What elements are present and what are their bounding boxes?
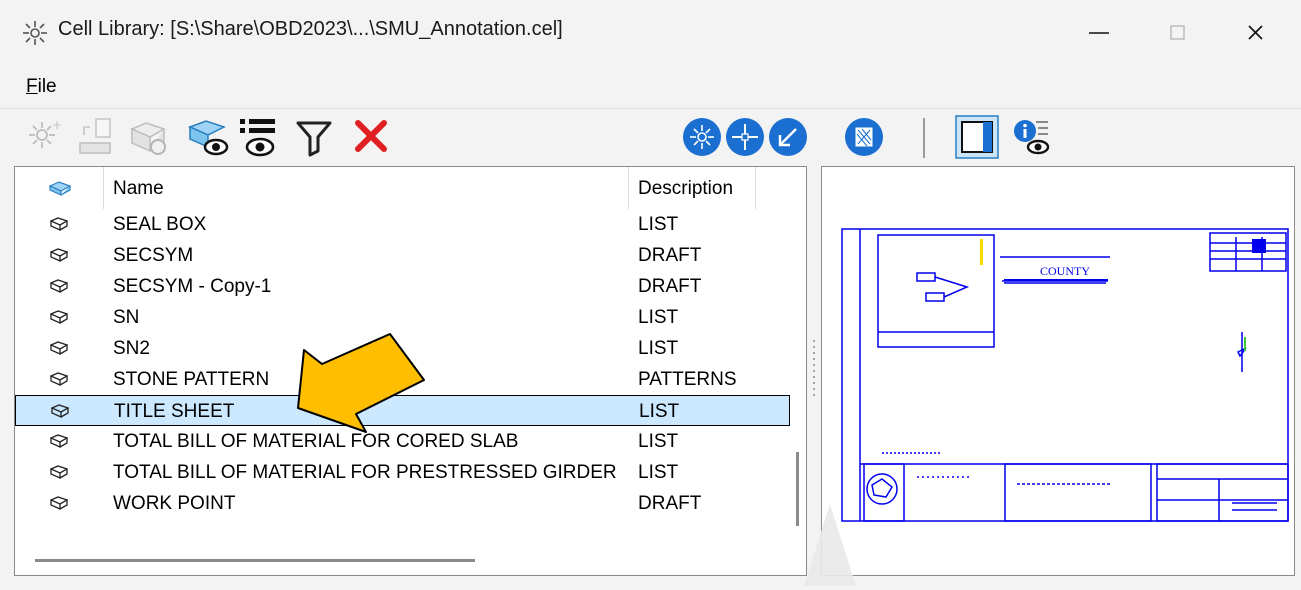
cell-name: SEAL BOX [113,214,207,235]
column-header-description[interactable]: Description [638,178,733,200]
cell-description: LIST [638,431,679,452]
cell-description: LIST [638,338,679,359]
filter-button[interactable] [292,115,336,159]
cell-name: TOTAL BILL OF MATERIAL FOR CORED SLAB [113,431,519,452]
delete-icon [355,120,387,152]
window-title: Cell Library: [S:\Share\OBD2023\...\SMU_… [58,18,563,40]
close-button[interactable] [1218,0,1292,66]
title-bar: Cell Library: [S:\Share\OBD2023\...\SMU_… [0,0,1301,66]
close-icon [1248,25,1263,40]
cell-name: SN2 [113,338,150,359]
cell-type-column-icon[interactable] [48,180,72,202]
info-button[interactable] [1010,115,1054,159]
update-cell-button[interactable] [126,115,170,159]
show-details-button[interactable] [236,115,280,159]
minimize-button[interactable] [1062,0,1136,66]
pattern-cell-icon [845,118,883,156]
cell-list[interactable]: Name Description SEAL BOX LIST SECSYM DRAFT… [14,166,807,576]
cell-icon [49,216,69,238]
vertical-scroll-thumb[interactable] [796,452,799,526]
placement-cell-icon [683,118,721,156]
menu-file[interactable]: File [26,76,57,98]
menu-file-accelerator: F [26,76,38,97]
column-divider[interactable] [103,167,104,209]
delete-button[interactable] [350,115,394,159]
cell-description: DRAFT [638,493,702,514]
menu-bar: File [0,66,1301,108]
cell-preview: COUNTY [821,166,1295,576]
table-row[interactable]: SN2 LIST [15,333,790,364]
cell-description: LIST [638,214,679,235]
table-row[interactable]: SEAL BOX LIST [15,209,790,240]
cell-description: LIST [638,307,679,328]
show-details-icon [240,119,275,157]
cell-icon [49,247,69,269]
toolbar: + [0,110,1301,164]
column-divider[interactable] [755,167,756,209]
placement-cell-button[interactable] [680,115,724,159]
column-header-name[interactable]: Name [113,178,164,200]
column-divider[interactable] [628,167,629,209]
horizontal-scroll-thumb[interactable] [35,559,475,562]
cell-icon [49,371,69,393]
cell-name: TOTAL BILL OF MATERIAL FOR PRESTRESSED G… [113,462,617,483]
list-header: Name Description [15,167,806,209]
update-cell-icon [130,122,166,155]
table-row[interactable]: SECSYM DRAFT [15,240,790,271]
watermark-shape [804,504,856,586]
table-row[interactable]: SECSYM - Copy-1 DRAFT [15,271,790,302]
pattern-cell-button[interactable] [842,115,886,159]
terminator-cell-icon [769,118,807,156]
cell-name: TITLE SHEET [114,401,235,422]
export-cell-icon [79,118,111,154]
preview-toggle-button[interactable] [955,115,999,159]
cell-name: SECSYM - Copy-1 [113,276,272,297]
cell-icon [49,309,69,331]
point-cell-button[interactable] [723,115,767,159]
cell-description: LIST [638,462,679,483]
cell-name: SECSYM [113,245,194,266]
cell-name: WORK POINT [113,493,236,514]
table-row[interactable]: SN LIST [15,302,790,333]
maximize-button[interactable] [1140,0,1214,66]
title-sheet-preview: COUNTY [841,228,1289,522]
cell-description: PATTERNS [638,369,737,390]
cell-description: LIST [639,401,680,422]
maximize-icon [1170,25,1185,40]
create-cell-button[interactable]: + [24,115,68,159]
info-icon [1014,120,1050,155]
toolbar-divider [923,118,925,158]
preview-toggle-icon [955,115,999,159]
minimize-icon [1089,32,1109,34]
table-row[interactable]: TOTAL BILL OF MATERIAL FOR PRESTRESSED G… [15,457,790,488]
cell-icon [49,340,69,362]
table-row[interactable]: TOTAL BILL OF MATERIAL FOR CORED SLAB LIS… [15,426,790,457]
cell-description: DRAFT [638,276,702,297]
cell-library-icon [22,20,48,46]
export-cell-button[interactable] [74,115,118,159]
terminator-cell-button[interactable] [766,115,810,159]
table-row[interactable]: STONE PATTERN PATTERNS [15,364,790,395]
cell-description: DRAFT [638,245,702,266]
create-cell-icon: + [29,118,62,148]
preview-county-label: COUNTY [1040,264,1090,278]
show-cells-icon [188,120,229,156]
svg-text:+: + [52,118,62,132]
menu-file-label-rest: ile [37,76,57,97]
cell-name: SN [113,307,140,328]
cell-name: STONE PATTERN [113,369,270,390]
point-cell-icon [726,118,764,156]
cell-icon [49,464,69,486]
cell-icon [50,403,70,425]
show-cells-button[interactable] [186,115,230,159]
filter-icon [296,121,332,157]
menu-separator [0,108,1301,109]
cell-icon [49,278,69,300]
table-row[interactable]: TITLE SHEET LIST [15,395,790,426]
cell-icon [49,495,69,517]
pane-splitter[interactable] [812,340,816,400]
cell-icon [49,433,69,455]
table-row[interactable]: WORK POINT DRAFT [15,488,790,519]
